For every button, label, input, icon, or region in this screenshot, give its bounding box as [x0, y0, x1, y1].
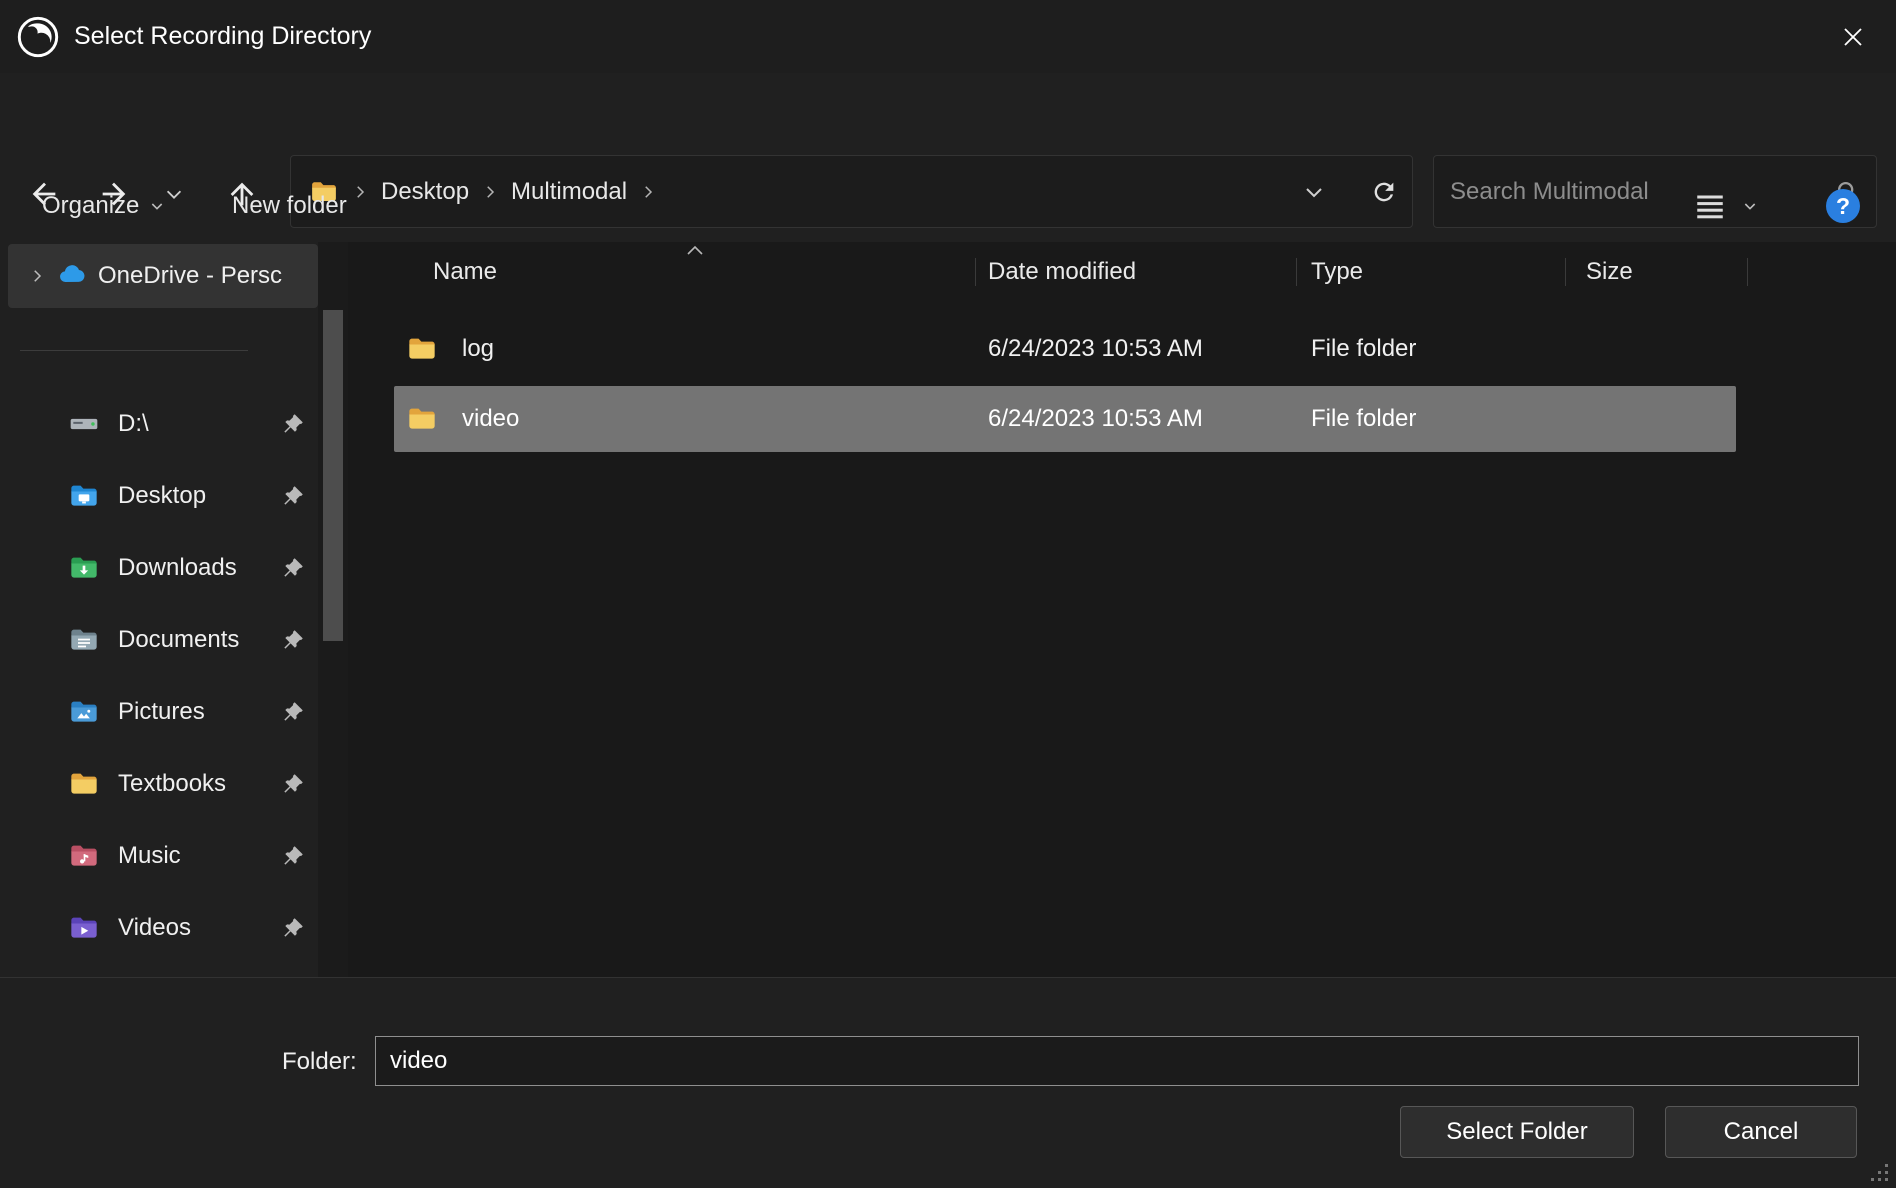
- sidebar-item-label: Documents: [118, 626, 239, 654]
- folder-label: Folder:: [282, 1048, 357, 1076]
- new-folder-button[interactable]: New folder: [232, 169, 347, 242]
- pushpin-icon: [280, 411, 306, 437]
- cancel-button[interactable]: Cancel: [1665, 1106, 1857, 1158]
- sidebar-item-label: Music: [118, 842, 181, 870]
- folder-name-input[interactable]: [375, 1036, 1859, 1086]
- close-icon: [1841, 25, 1865, 49]
- file-date-modified: 6/24/2023 10:53 AM: [976, 405, 1297, 433]
- window-title: Select Recording Directory: [74, 22, 371, 51]
- sidebar-item-label: Downloads: [118, 554, 237, 582]
- obs-logo-icon: [16, 15, 60, 59]
- sidebar-item-label: Pictures: [118, 698, 205, 726]
- sidebar-item-documents[interactable]: Documents: [0, 604, 318, 676]
- sidebar-item-label: Textbooks: [118, 770, 226, 798]
- pushpin-icon: [280, 771, 306, 797]
- column-header-type[interactable]: Type: [1297, 242, 1566, 302]
- pushpin-icon: [280, 843, 306, 869]
- videos-folder-icon: [68, 912, 100, 944]
- sidebar-item-onedrive[interactable]: OneDrive - Persc: [8, 244, 318, 308]
- documents-folder-icon: [68, 624, 100, 656]
- dialog-content: OneDrive - Persc D:\ De: [0, 242, 1896, 977]
- column-header-size[interactable]: Size: [1566, 242, 1748, 302]
- file-list-pane: Name Date modified Type Size log: [348, 242, 1896, 977]
- file-row-video[interactable]: video 6/24/2023 10:53 AM File folder: [394, 386, 1736, 452]
- file-date-modified: 6/24/2023 10:53 AM: [976, 335, 1297, 363]
- help-button[interactable]: ?: [1826, 189, 1860, 223]
- sidebar-item-label: OneDrive - Persc: [98, 262, 282, 290]
- pictures-folder-icon: [68, 696, 100, 728]
- folder-icon: [406, 403, 438, 435]
- pushpin-icon: [280, 555, 306, 581]
- new-folder-label: New folder: [232, 192, 347, 220]
- resize-grip[interactable]: [1867, 1160, 1891, 1184]
- sidebar-item-desktop[interactable]: Desktop: [0, 460, 318, 532]
- sidebar-item-videos[interactable]: Videos: [0, 892, 318, 964]
- folder-icon: [68, 768, 100, 800]
- select-recording-directory-dialog: { "window": { "title": "Select Recording…: [0, 0, 1896, 1188]
- sidebar-item-pictures[interactable]: Pictures: [0, 676, 318, 748]
- chevron-down-icon: [149, 198, 165, 214]
- sidebar-scrollbar[interactable]: [318, 242, 348, 977]
- sidebar-item-downloads[interactable]: Downloads: [0, 532, 318, 604]
- drive-icon: [68, 408, 100, 440]
- sidebar-quick-access-list: D:\ Desktop Downloads: [0, 388, 318, 964]
- file-list-header: Name Date modified Type Size: [348, 242, 1896, 302]
- sidebar-item-music[interactable]: Music: [0, 820, 318, 892]
- desktop-folder-icon: [68, 480, 100, 512]
- navigation-bar: Desktop Multimodal: [0, 73, 1896, 169]
- column-header-name[interactable]: Name: [348, 242, 976, 302]
- sidebar-item-d-drive[interactable]: D:\: [0, 388, 318, 460]
- sidebar-item-label: D:\: [118, 410, 149, 438]
- sidebar-divider: [20, 350, 248, 351]
- close-button[interactable]: [1810, 0, 1896, 73]
- command-bar: Organize New folder ?: [0, 169, 1896, 242]
- music-folder-icon: [68, 840, 100, 872]
- view-button[interactable]: [1692, 169, 1758, 242]
- file-row-log[interactable]: log 6/24/2023 10:53 AM File folder: [394, 316, 1736, 382]
- help-question-icon: ?: [1836, 193, 1850, 220]
- organize-button[interactable]: Organize: [42, 169, 165, 242]
- navigation-sidebar: OneDrive - Persc D:\ De: [0, 242, 318, 977]
- organize-label: Organize: [42, 192, 139, 220]
- pushpin-icon: [280, 627, 306, 653]
- scrollbar-thumb[interactable]: [323, 310, 343, 641]
- titlebar: Select Recording Directory: [0, 0, 1896, 73]
- pushpin-icon: [280, 699, 306, 725]
- pushpin-icon: [280, 915, 306, 941]
- sidebar-item-label: Videos: [118, 914, 191, 942]
- file-name: video: [462, 405, 519, 433]
- file-name: log: [462, 335, 494, 363]
- tree-expander-chevron-icon[interactable]: [28, 267, 46, 285]
- file-type: File folder: [1297, 335, 1566, 363]
- folder-icon: [406, 333, 438, 365]
- column-header-date-modified[interactable]: Date modified: [976, 242, 1297, 302]
- file-list-rows: log 6/24/2023 10:53 AM File folder video…: [394, 316, 1736, 456]
- list-view-icon: [1692, 188, 1728, 224]
- file-type: File folder: [1297, 405, 1566, 433]
- pushpin-icon: [280, 483, 306, 509]
- select-folder-button[interactable]: Select Folder: [1400, 1106, 1634, 1158]
- sidebar-item-label: Desktop: [118, 482, 206, 510]
- sidebar-item-textbooks[interactable]: Textbooks: [0, 748, 318, 820]
- onedrive-cloud-icon: [56, 260, 88, 292]
- chevron-down-icon: [1742, 198, 1758, 214]
- downloads-folder-icon: [68, 552, 100, 584]
